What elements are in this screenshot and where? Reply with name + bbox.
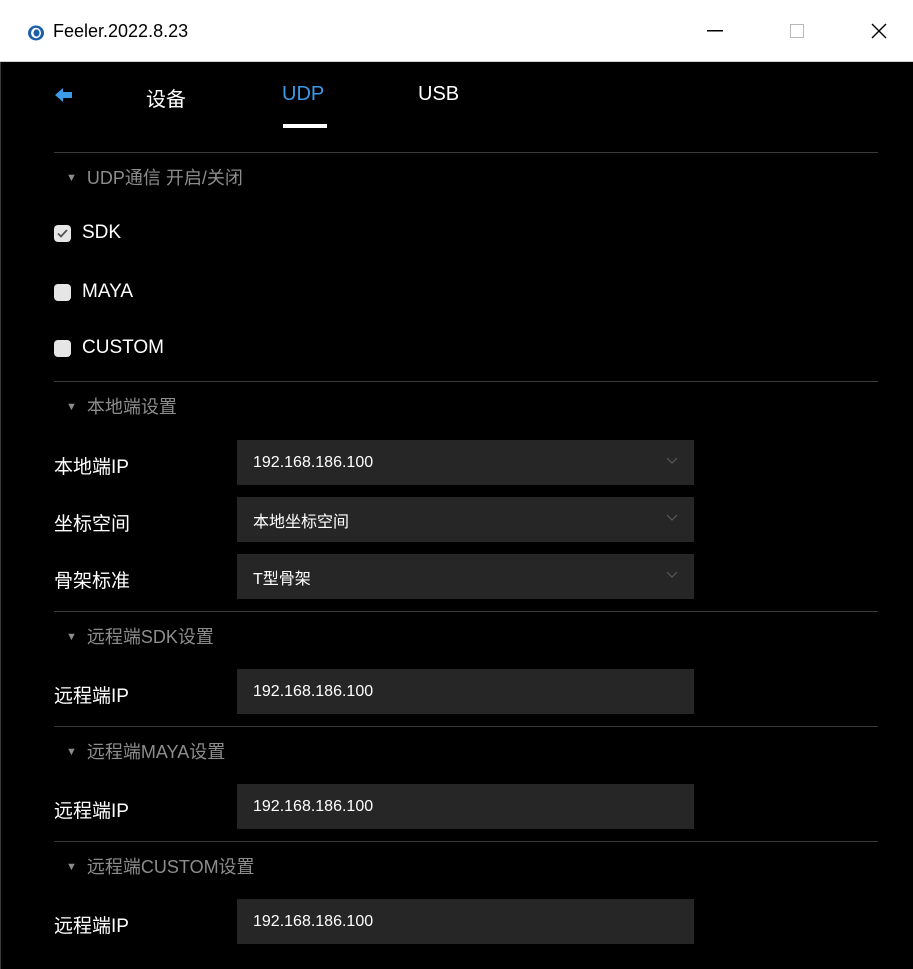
collapse-triangle-icon: ▼ [66, 746, 77, 758]
section-header-remote-sdk[interactable]: ▼ 远程端SDK设置 [66, 623, 214, 649]
tab-usb[interactable]: USB [418, 83, 459, 106]
collapse-triangle-icon: ▼ [66, 401, 77, 413]
section-divider [54, 841, 878, 842]
skeleton-standard-label: 骨架标准 [54, 571, 131, 592]
remote-sdk-ip-label: 远程端IP [54, 686, 129, 707]
checkbox-label: MAYA [82, 281, 134, 302]
remote-sdk-ip-input[interactable]: 192.168.186.100 [237, 669, 694, 714]
section-header-remote-custom[interactable]: ▼ 远程端CUSTOM设置 [66, 853, 255, 879]
remote-custom-ip-label: 远程端IP [54, 916, 129, 937]
maximize-icon [790, 24, 804, 38]
collapse-triangle-icon: ▼ [66, 861, 77, 873]
active-tab-indicator [283, 124, 327, 128]
select-value: 本地坐标空间 [253, 513, 350, 531]
input-value: 192.168.186.100 [253, 682, 374, 700]
checkbox-sdk[interactable]: SDK [54, 222, 121, 244]
chevron-down-icon [666, 514, 678, 521]
section-divider [54, 611, 878, 612]
remote-maya-ip-label: 远程端IP [54, 801, 129, 822]
chevron-down-icon [666, 571, 678, 578]
checkbox-maya[interactable]: MAYA [54, 281, 133, 303]
checkbox-label: CUSTOM [82, 337, 164, 358]
checkmark-icon [57, 228, 68, 238]
select-value: T型骨架 [253, 570, 311, 588]
checkbox-custom[interactable]: CUSTOM [54, 337, 164, 359]
minimize-icon [707, 30, 723, 32]
collapse-triangle-icon: ▼ [66, 172, 77, 184]
local-ip-select[interactable]: 192.168.186.100 [237, 440, 694, 485]
skeleton-standard-select[interactable]: T型骨架 [237, 554, 694, 599]
section-header-udp[interactable]: ▼ UDP通信 开启/关闭 [66, 164, 243, 190]
collapse-triangle-icon: ▼ [66, 631, 77, 643]
section-header-local[interactable]: ▼ 本地端设置 [66, 393, 177, 419]
coordinate-space-label: 坐标空间 [54, 514, 131, 535]
tab-device[interactable]: 设备 [146, 83, 186, 112]
chevron-down-icon [666, 457, 678, 464]
maximize-button[interactable] [767, 0, 827, 62]
coordinate-space-select[interactable]: 本地坐标空间 [237, 497, 694, 542]
feeler-eye-icon [28, 25, 44, 41]
local-ip-label: 本地端IP [54, 457, 129, 478]
tab-udp[interactable]: UDP [282, 83, 324, 106]
checkbox-box[interactable] [54, 339, 71, 357]
input-value: 192.168.186.100 [253, 912, 374, 930]
window-title: Feeler.2022.8.23 [53, 21, 189, 41]
select-value: 192.168.186.100 [253, 453, 374, 471]
checkbox-label: SDK [82, 222, 122, 243]
section-header-remote-maya[interactable]: ▼ 远程端MAYA设置 [66, 738, 225, 764]
checkbox-box[interactable] [54, 283, 71, 301]
minimize-button[interactable] [685, 0, 745, 62]
input-value: 192.168.186.100 [253, 797, 374, 815]
section-divider [54, 152, 878, 153]
section-divider [54, 726, 878, 727]
checkbox-box[interactable] [54, 224, 71, 242]
remote-custom-ip-input[interactable]: 192.168.186.100 [237, 899, 694, 944]
title-bar: Feeler.2022.8.23 [0, 0, 913, 62]
back-arrow-icon[interactable] [55, 88, 73, 102]
remote-maya-ip-input[interactable]: 192.168.186.100 [237, 784, 694, 829]
section-divider [54, 381, 878, 382]
close-button[interactable] [849, 0, 909, 62]
close-icon [871, 23, 887, 39]
